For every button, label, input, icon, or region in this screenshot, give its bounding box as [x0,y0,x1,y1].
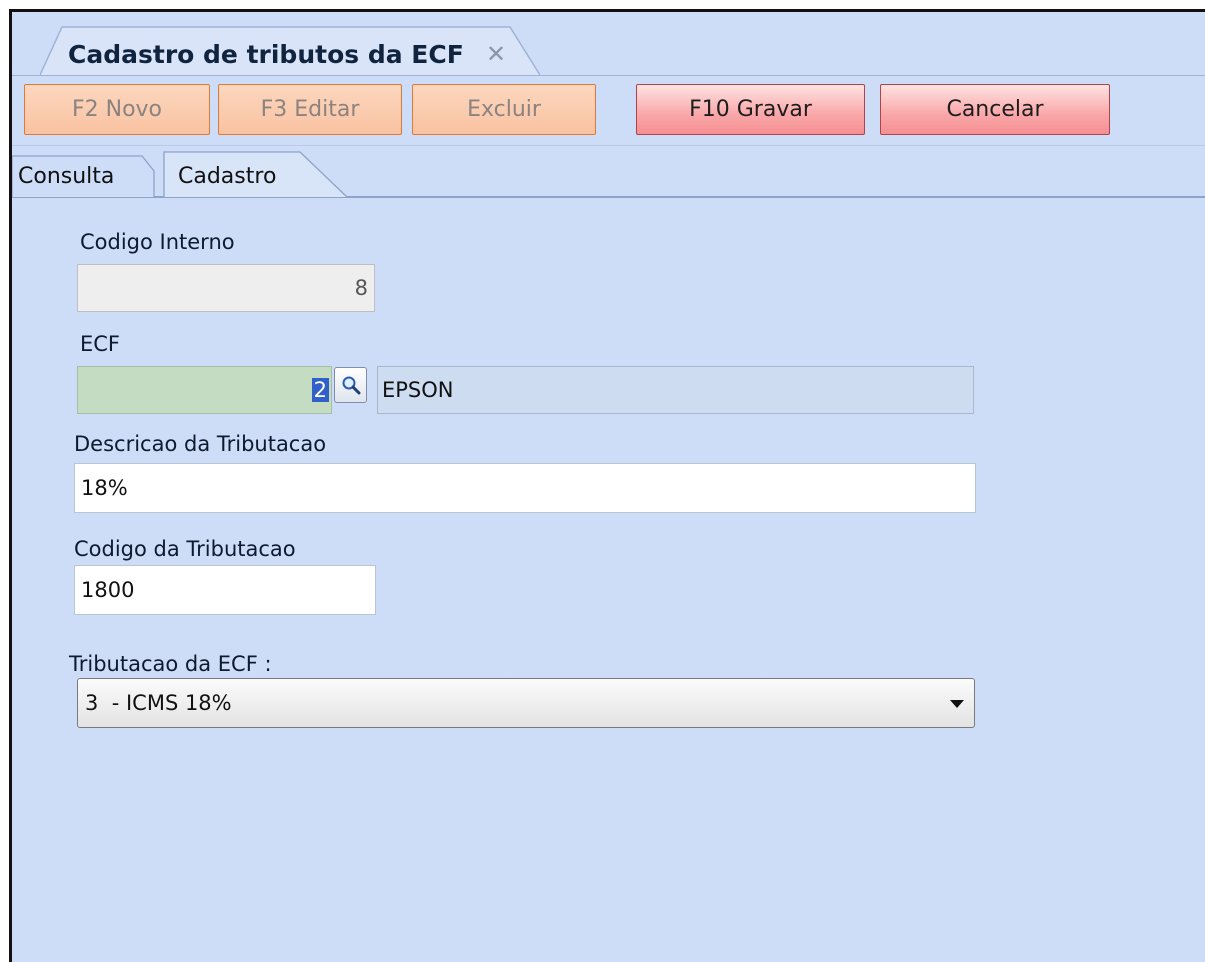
cancel-button[interactable]: Cancelar [880,84,1110,135]
codigo-interno-value: 8 [354,276,368,300]
ecf-code-input[interactable]: 2 [77,366,332,414]
tributacao-ecf-selected: 3 - ICMS 18% [85,691,232,715]
chevron-down-icon [950,700,964,708]
ecf-lookup-button[interactable] [334,367,367,403]
codigo-interno-field: 8 [77,264,375,312]
tab-consulta[interactable]: Consulta [18,164,114,189]
document-tab-title: Cadastro de tributos da ECF [68,40,464,69]
save-button[interactable]: F10 Gravar [636,84,865,135]
tributacao-ecf-label: Tributacao da ECF : [69,652,272,676]
magnifier-icon [342,376,360,395]
ecf-code-value: 2 [311,378,329,402]
close-icon[interactable]: ✕ [486,40,506,68]
tab-cadastro[interactable]: Cadastro [178,164,276,189]
delete-button[interactable]: Excluir [412,84,596,135]
codigo-interno-label: Codigo Interno [80,230,235,254]
document-tab[interactable]: Cadastro de tributos da ECF ✕ [40,26,540,76]
toolbar-divider [12,145,1205,146]
descricao-label: Descricao da Tributacao [74,432,327,456]
codigo-tributacao-label: Codigo da Tributacao [74,537,296,561]
descricao-value: 18% [81,476,128,500]
ecf-name-value: EPSON [382,378,454,402]
tributacao-ecf-select[interactable]: 3 - ICMS 18% [77,678,975,728]
descricao-input[interactable]: 18% [74,463,976,513]
window-frame-left [0,11,9,962]
ecf-label: ECF [80,332,121,356]
ecf-name-field: EPSON [377,366,974,414]
codigo-tributacao-value: 1800 [81,578,135,602]
new-button[interactable]: F2 Novo [24,84,210,135]
codigo-tributacao-input[interactable]: 1800 [74,565,376,615]
form-window: Cadastro de tributos da ECF ✕ F2 Novo F3… [12,12,1205,962]
edit-button[interactable]: F3 Editar [218,84,402,135]
